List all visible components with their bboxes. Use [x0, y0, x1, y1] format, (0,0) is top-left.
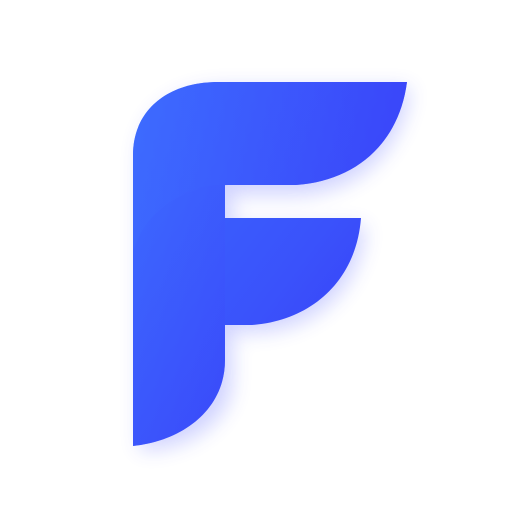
- app-icon-canvas: [0, 0, 512, 512]
- letter-f-logo-icon: [133, 82, 410, 450]
